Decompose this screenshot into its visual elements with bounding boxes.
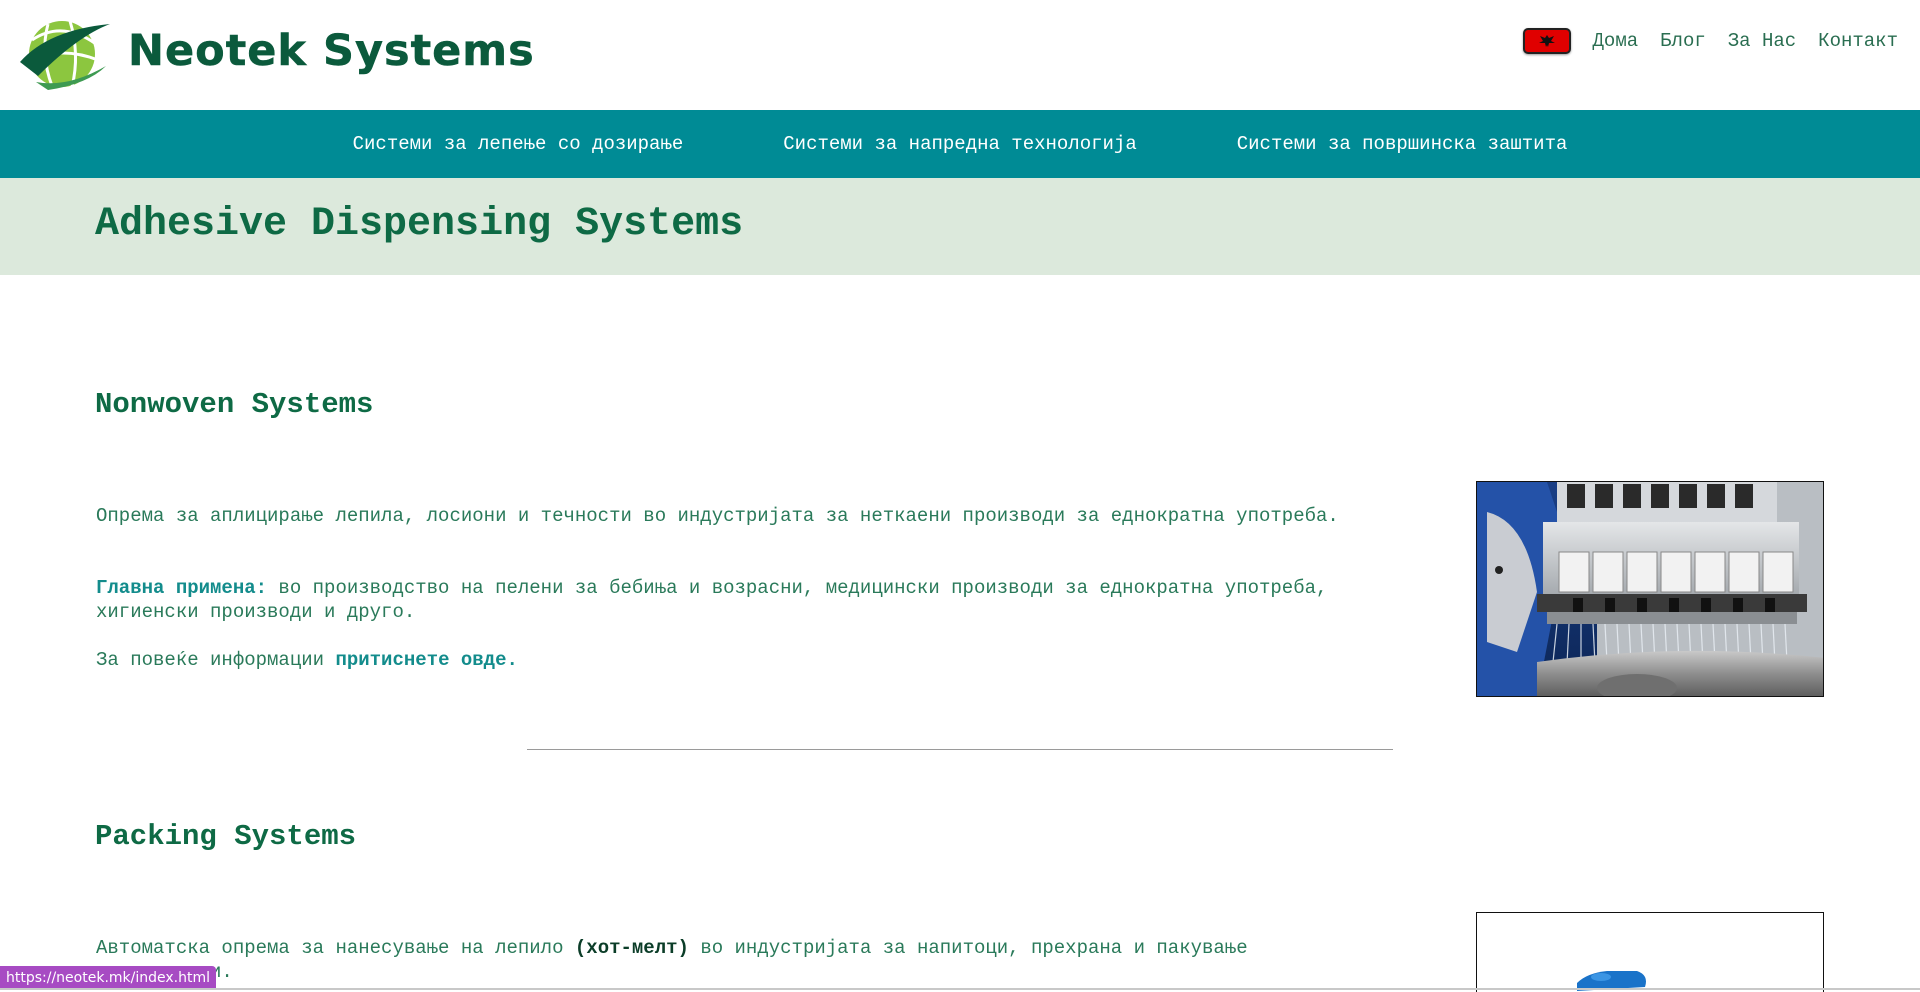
nonwoven-machine-image [1476,481,1824,697]
page-title: Adhesive Dispensing Systems [95,202,744,247]
packing-machine-image [1476,912,1824,992]
nav-item-advanced-technology[interactable]: Системи за напредна технологија [783,133,1136,155]
dispensing-machine-illustration [1477,482,1823,696]
packing-machine-illustration [1477,913,1823,992]
nav-item-adhesive-dispensing[interactable]: Системи за лепење со дозирање [353,133,684,155]
page-banner: Adhesive Dispensing Systems [0,178,1920,275]
globe-logo-icon [20,20,110,90]
more-info-link[interactable]: притиснете овде. [335,649,517,671]
nav-link-home[interactable]: Дома [1593,30,1639,52]
packing-description: Автоматска опрема за нанесување на лепил… [96,936,1376,984]
site-header: Neotek Systems Дома Блог За Нас Контакт [0,0,1920,110]
albanian-flag-icon[interactable] [1522,28,1571,54]
nonwoven-description: Опрема за аплицирање лепила, лосиони и т… [96,505,1339,527]
nonwoven-more-info: За повеќе информации притиснете овде. [96,648,1376,672]
eagle-icon [1538,35,1555,47]
top-nav: Дома Блог За Нас Контакт [1522,26,1898,56]
section-title-packing: Packing Systems [95,820,357,853]
brand-name: Neotek Systems [128,26,535,77]
more-info-text: За повеќе информации [96,649,336,671]
main-use-label: Главна примена: [96,577,268,599]
main-use-text: во производство на пелени за бебиња и во… [96,577,1328,623]
packing-hotmelt: (хот-мелт) [574,937,689,959]
packing-description-start: Автоматска опрема за нанесување на лепил… [96,937,575,959]
nav-link-blog[interactable]: Блог [1660,30,1706,52]
status-url-tooltip: https://neotek.mk/index.html [0,966,216,990]
site-logo[interactable]: Neotek Systems [18,10,578,92]
nav-link-about[interactable]: За Нас [1728,30,1796,52]
nav-link-contact[interactable]: Контакт [1818,30,1898,52]
section-title-nonwoven: Nonwoven Systems [95,388,374,421]
section-divider [527,749,1393,750]
nav-item-surface-protection[interactable]: Системи за површинска заштита [1237,133,1568,155]
nonwoven-main-use: Главна примена: во производство на пелен… [96,576,1376,624]
packing-description-end: во индустријата за напитоци, прехрана и … [688,937,1248,959]
category-nav: Системи за лепење со дозирање Системи за… [0,110,1920,178]
